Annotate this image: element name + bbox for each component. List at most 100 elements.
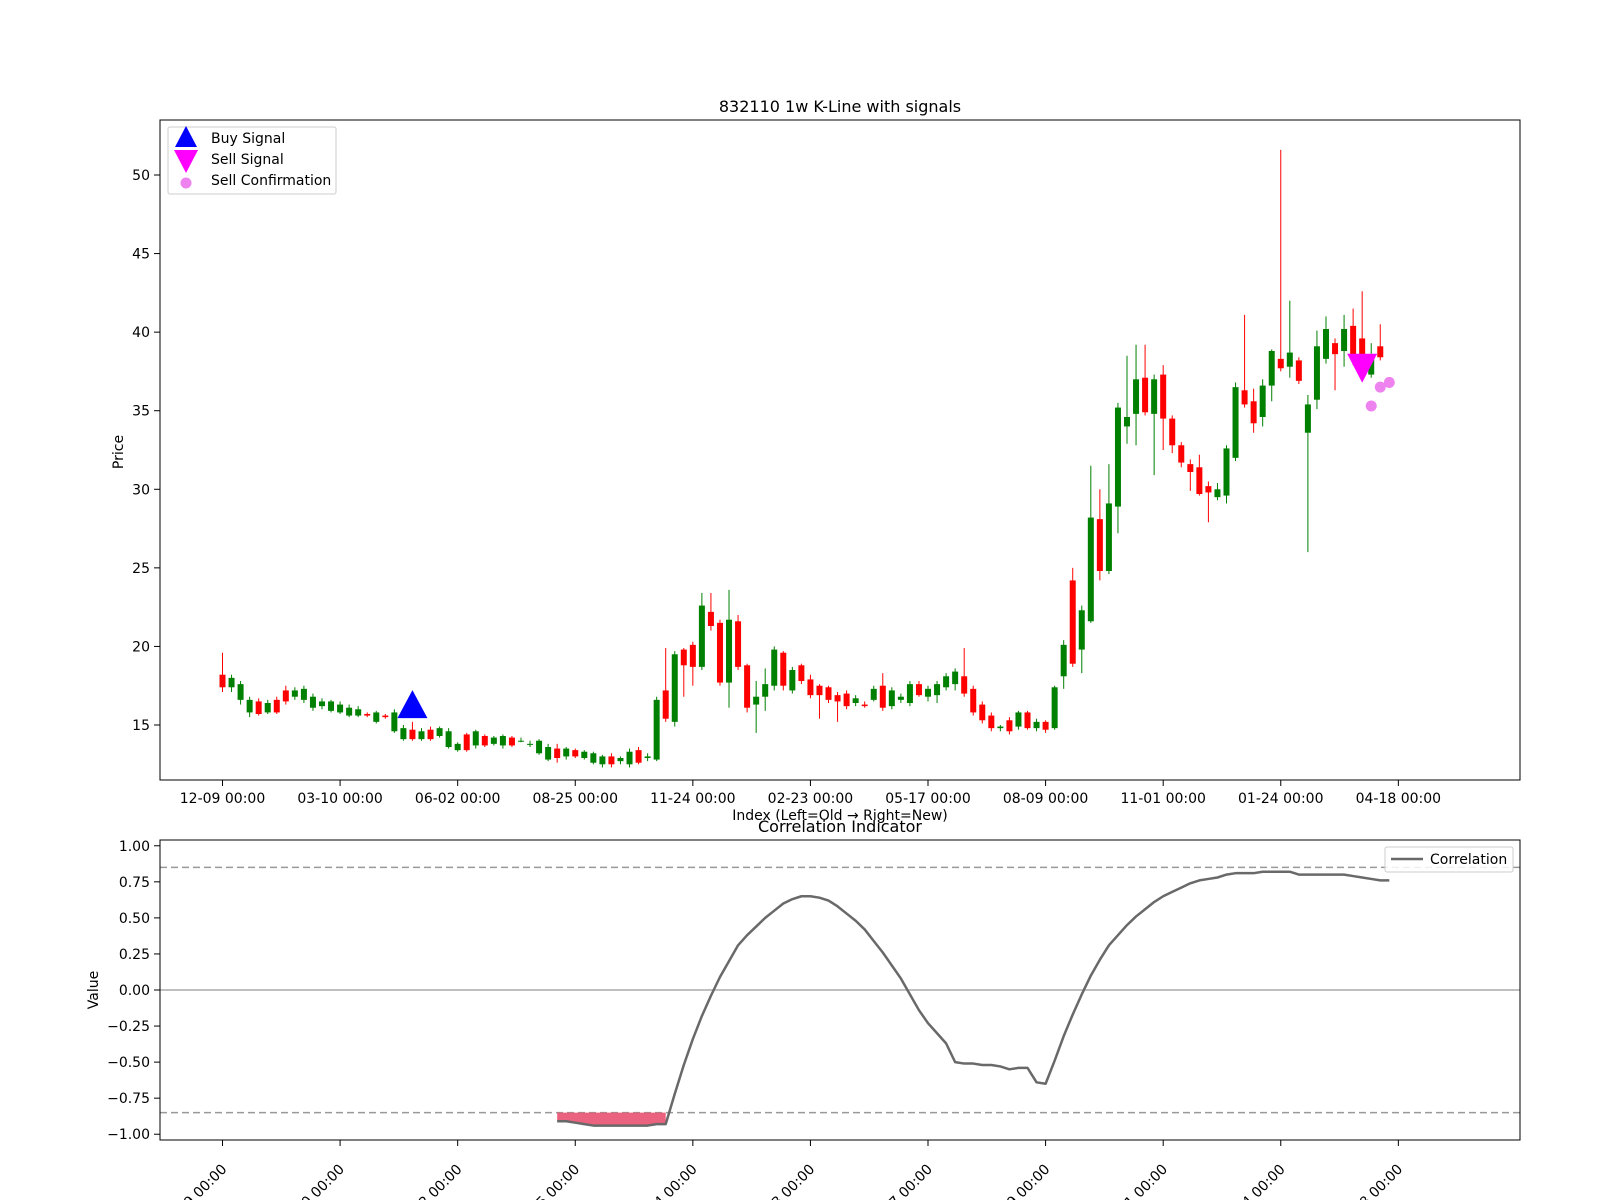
candle-body — [219, 674, 226, 688]
candle-body — [997, 726, 1004, 729]
candle — [373, 710, 380, 724]
candle-body — [572, 750, 579, 757]
candle-body — [273, 699, 280, 713]
candle-body — [1268, 351, 1275, 386]
candle-body — [499, 736, 506, 746]
candle — [653, 696, 660, 762]
y-tick-label: −1.00 — [107, 1127, 150, 1143]
y-tick-label: 35 — [132, 404, 150, 420]
legend-confirm-label: Sell Confirmation — [211, 173, 331, 189]
candle-body — [635, 750, 642, 763]
candle — [1069, 567, 1076, 667]
candle — [481, 734, 488, 747]
candle-body — [943, 676, 950, 688]
candle-body — [1024, 712, 1031, 729]
candle — [771, 646, 778, 691]
candle-body — [961, 676, 968, 694]
candle-body — [318, 701, 325, 707]
candle-body — [1105, 503, 1112, 571]
candle-body — [445, 731, 452, 747]
candle-body — [264, 703, 271, 713]
candle-body — [400, 728, 407, 740]
candle-body — [888, 690, 895, 707]
y-tick-label: 0.50 — [119, 911, 150, 927]
candle — [671, 651, 678, 727]
x-tick-label: 08-09 00:00 — [1003, 791, 1088, 807]
candle-body — [707, 611, 714, 626]
candle — [590, 751, 597, 765]
candle-body — [1087, 517, 1094, 622]
candle-body — [1133, 379, 1140, 414]
candle — [780, 651, 787, 691]
candle-body — [427, 729, 434, 740]
candle-body — [409, 729, 416, 740]
candle-body — [735, 621, 742, 667]
candle-body — [852, 698, 859, 703]
candle-body — [373, 712, 380, 722]
x-tick-label: 11-01 00:00 — [1120, 791, 1205, 807]
candle-body — [300, 688, 307, 700]
candle-body — [644, 756, 651, 758]
correlation-legend: Correlation — [1384, 846, 1514, 873]
candle-body — [662, 690, 669, 719]
candle-body — [1187, 464, 1194, 472]
candle-body — [1078, 610, 1085, 650]
candle-body — [1241, 390, 1248, 405]
candle-body — [680, 649, 687, 666]
candle-body — [590, 753, 597, 763]
candle-body — [364, 714, 371, 716]
x-tick-label: 05-17 00:00 — [885, 791, 970, 807]
candle-body — [1377, 346, 1384, 358]
legend-buy-label: Buy Signal — [211, 131, 285, 147]
price-chart-title: 832110 1w K-Line with signals — [719, 97, 961, 116]
candle-body — [771, 649, 778, 686]
candle-body — [1169, 418, 1176, 446]
candle-body — [228, 677, 235, 688]
candle-body — [454, 743, 461, 751]
candle-body — [861, 704, 868, 707]
x-tick-label: 04-18 00:00 — [1356, 791, 1441, 807]
y-tick-label: 0.75 — [119, 875, 150, 891]
candle-body — [418, 731, 425, 740]
candle-body — [554, 748, 561, 758]
candle — [436, 726, 443, 738]
candle — [1232, 382, 1239, 461]
candle-body — [671, 654, 678, 722]
candle-body — [1151, 379, 1158, 414]
candle-body — [843, 693, 850, 707]
price-y-axis-label: Price — [111, 435, 127, 469]
candle-body — [1259, 385, 1266, 417]
candle-body — [1313, 346, 1320, 400]
candle-body — [581, 751, 588, 758]
sell-confirmation-legend-marker — [180, 177, 192, 189]
candle-body — [1069, 580, 1076, 664]
candle-body — [1160, 374, 1167, 419]
figure: 832110 1w K-Line with signals 15 20 25 30 35… — [0, 0, 1600, 1200]
x-tick-label: 08-25 00:00 — [533, 791, 618, 807]
candle-body — [1033, 721, 1040, 729]
candle-body — [436, 728, 443, 736]
y-tick-label: 50 — [132, 168, 150, 184]
sell-confirmation-marker — [1365, 400, 1377, 412]
candle-body — [1051, 687, 1058, 729]
candle — [744, 663, 751, 713]
candle-body — [246, 699, 253, 713]
x-tick-label: 02-23 00:00 — [768, 791, 853, 807]
candle-body — [807, 679, 814, 696]
candle-body — [481, 736, 488, 746]
candle — [1223, 445, 1230, 504]
candle-body — [1304, 404, 1311, 433]
candle-body — [798, 665, 805, 681]
candle-body — [879, 685, 886, 708]
candle-body — [1295, 360, 1302, 381]
candle-body — [970, 688, 977, 713]
y-tick-label: 45 — [132, 247, 150, 263]
candle-body — [1096, 519, 1103, 571]
candle — [508, 736, 515, 747]
candle-body — [744, 665, 751, 708]
candle-body — [698, 605, 705, 667]
candle-body — [1114, 407, 1121, 507]
candle — [1295, 357, 1302, 384]
candle-body — [536, 740, 543, 754]
candle — [1024, 710, 1031, 730]
